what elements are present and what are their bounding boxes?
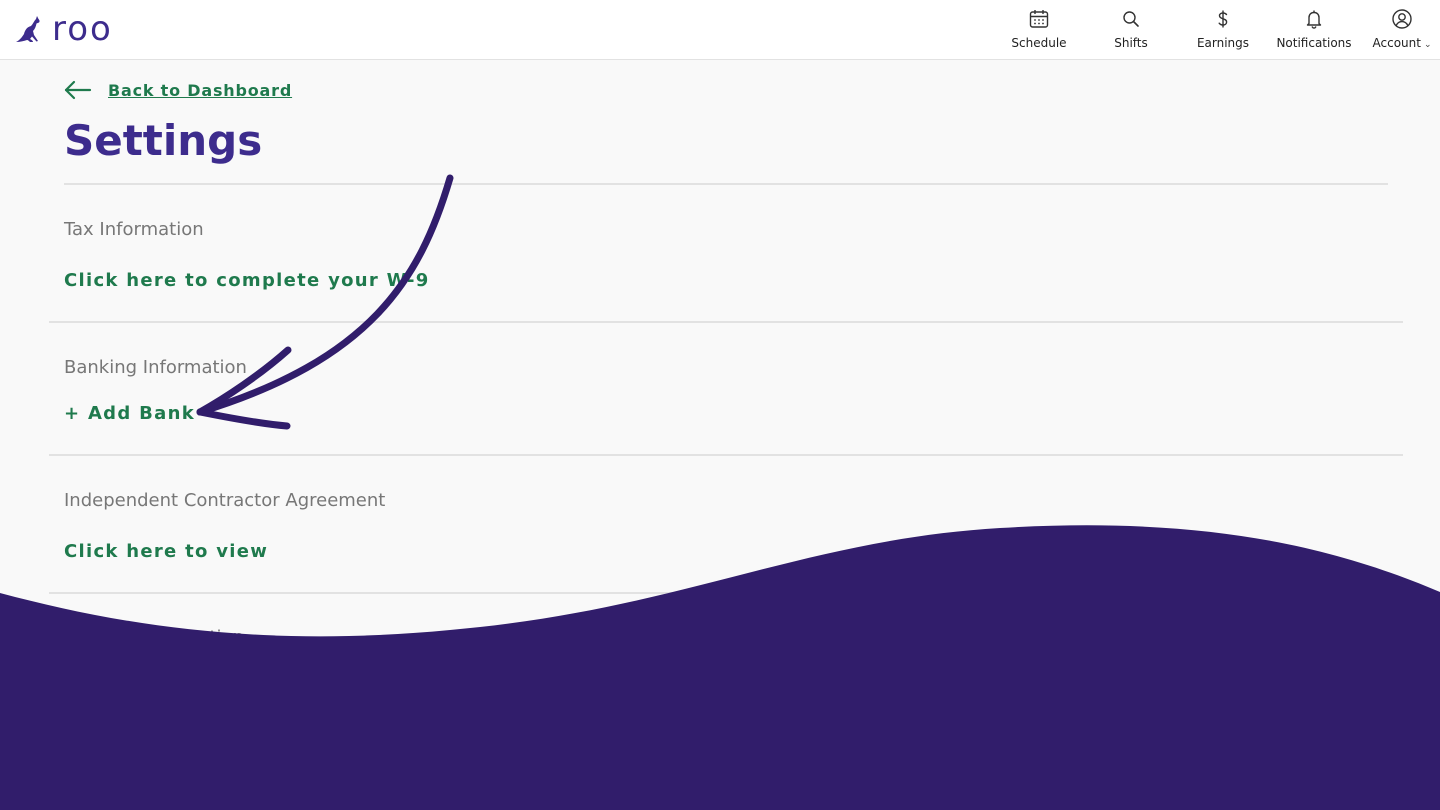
nav-schedule[interactable]: Schedule [1005,8,1073,54]
brand-name: roo [52,9,113,49]
nav-schedule-label: Schedule [1011,36,1067,50]
nav-notifications[interactable]: Notifications [1272,8,1356,54]
dollar-icon [1218,10,1228,28]
divider [64,183,1388,185]
account-label-text: Account [1372,36,1421,50]
add-bank-link[interactable]: + Add Bank [64,403,195,424]
search-icon [1123,11,1139,27]
nav-notifications-label: Notifications [1276,36,1352,50]
page-title: Settings [64,116,263,165]
nav-shifts-label: Shifts [1114,36,1148,50]
divider [49,321,1403,323]
user-circle-icon [1392,9,1412,29]
top-navigation-bar: roo Schedule Shifts Earnings Notificatio… [0,0,1440,60]
contractor-agreement-title: Independent Contractor Agreement [64,490,386,511]
nav-shifts[interactable]: Shifts [1104,8,1158,54]
nav-account-label: Account ⌄ [1373,36,1432,50]
arrow-left-icon [64,80,92,100]
nav-account[interactable]: Account ⌄ [1368,8,1436,54]
pointer-arrow-head-lower [196,408,291,430]
view-agreement-link[interactable]: Click here to view [64,541,268,562]
bell-icon [1306,10,1322,29]
banking-information-title: Banking Information [64,357,247,378]
divider [49,592,1403,594]
nav-earnings-label: Earnings [1196,36,1250,50]
contact-information-title: Contact Information [64,627,244,648]
back-to-dashboard-label: Back to Dashboard [108,80,293,100]
kangaroo-icon [16,16,40,42]
chevron-down-icon: ⌄ [1423,40,1432,50]
tax-information-title: Tax Information [64,219,204,240]
purple-wave-shape [0,525,1440,810]
complete-w9-link[interactable]: Click here to complete your W-9 [64,270,430,291]
divider [49,454,1403,456]
nav-earnings[interactable]: Earnings [1192,8,1254,54]
calendar-icon [1029,10,1049,28]
back-to-dashboard-link[interactable]: Back to Dashboard [64,80,292,100]
roo-logo[interactable]: roo [12,10,113,48]
